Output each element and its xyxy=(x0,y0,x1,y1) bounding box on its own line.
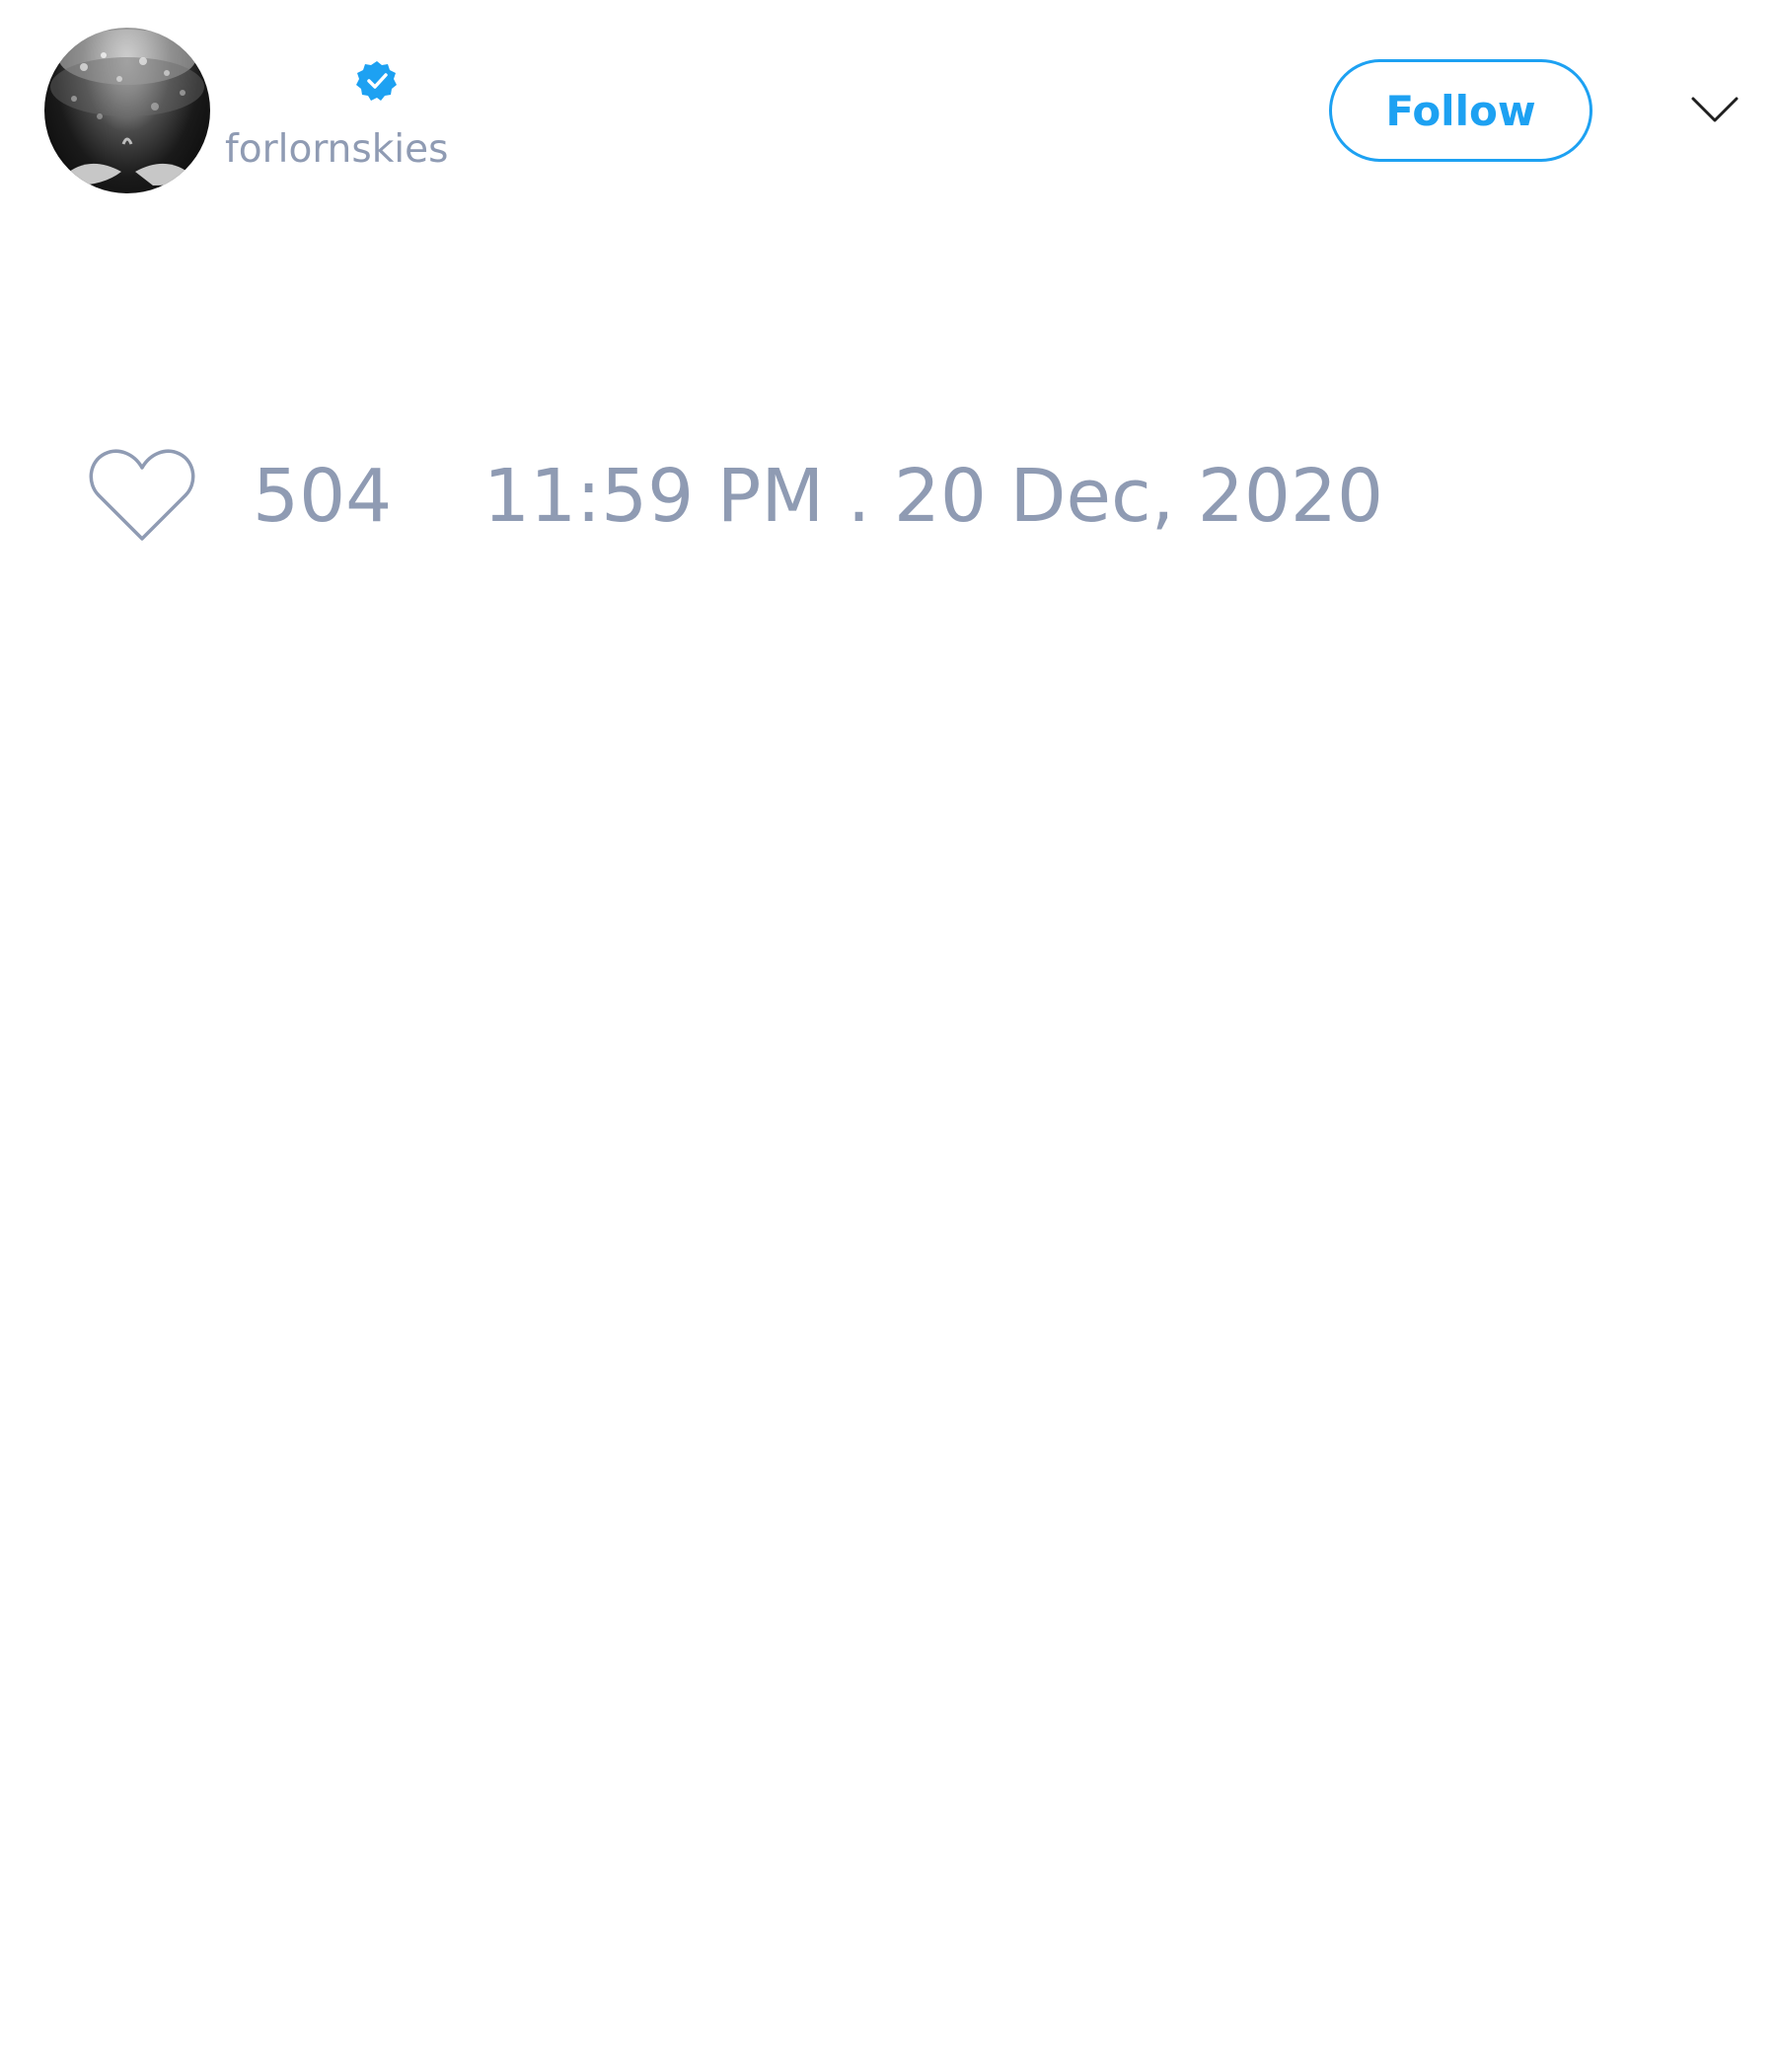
like-count: 504 xyxy=(253,454,393,539)
follow-button[interactable]: Follow xyxy=(1329,59,1592,162)
tweet-timestamp[interactable]: 11:59 PM . 20 Dec, 2020 xyxy=(483,452,1383,541)
avatar[interactable] xyxy=(44,28,210,193)
user-handle[interactable]: forlornskies xyxy=(225,126,448,174)
chevron-down-icon[interactable] xyxy=(1689,89,1740,128)
tweet-card: forlornskies Follow 504 11:59 PM . 20 De… xyxy=(0,0,1776,2072)
heart-icon[interactable] xyxy=(87,446,197,545)
verified-badge-icon xyxy=(356,61,397,101)
